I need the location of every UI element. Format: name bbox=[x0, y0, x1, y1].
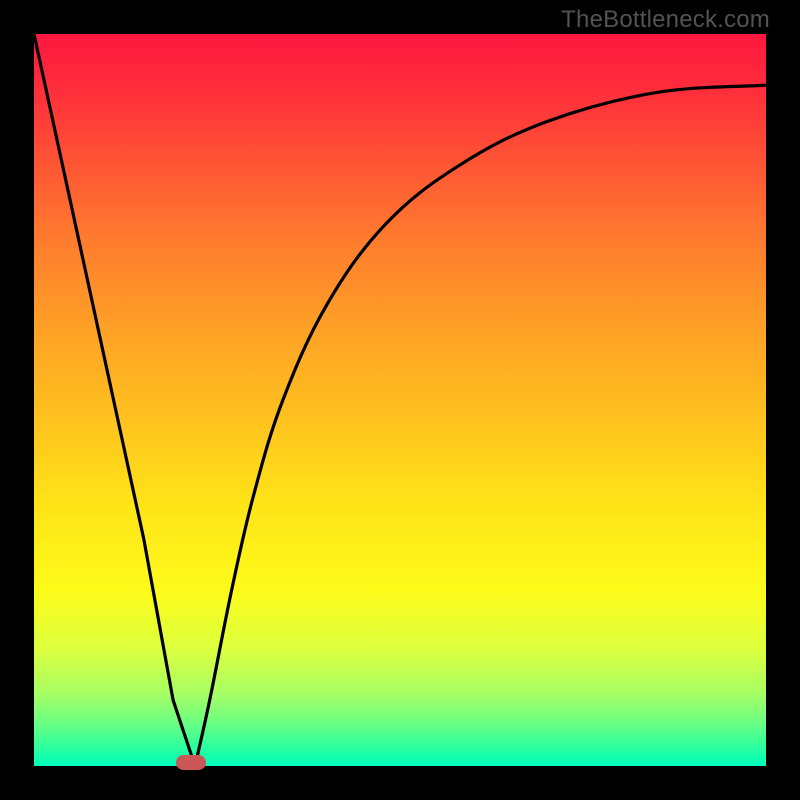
bottleneck-curve bbox=[34, 34, 766, 766]
watermark-text: TheBottleneck.com bbox=[561, 6, 770, 34]
chart-svg bbox=[34, 34, 766, 766]
optimal-marker bbox=[176, 755, 206, 770]
chart-frame bbox=[34, 34, 766, 766]
